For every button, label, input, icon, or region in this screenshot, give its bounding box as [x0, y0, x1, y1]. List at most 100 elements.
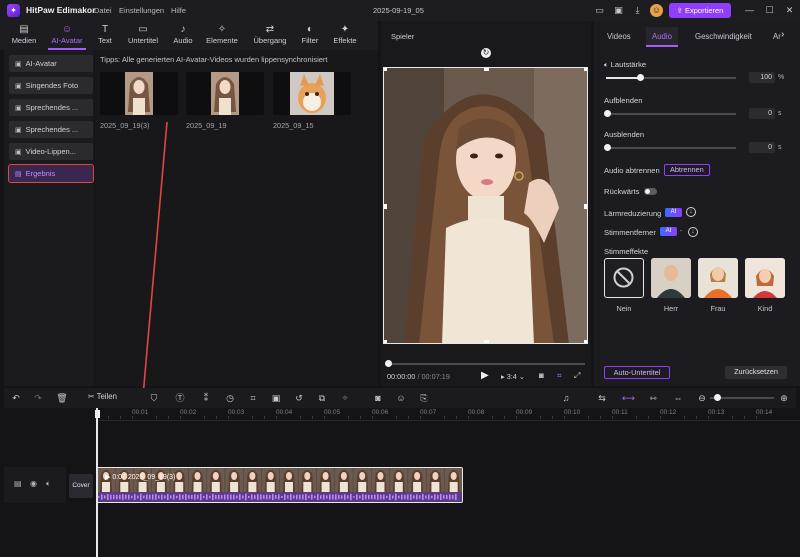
zoom-in-icon[interactable]: ⊕	[778, 392, 790, 404]
fade-out-value[interactable]: 0	[749, 142, 775, 153]
redo-icon[interactable]: ↷	[32, 392, 44, 404]
text-template-icon[interactable]: Ⓣ	[174, 392, 186, 404]
track-audio-icon[interactable]: 🔈︎	[46, 479, 51, 489]
voice-effect-none[interactable]	[604, 258, 644, 298]
vocal-download-icon[interactable]: ↓	[688, 227, 698, 237]
crop-icon[interactable]: ⌗	[557, 371, 562, 381]
speed-icon[interactable]: ◷	[224, 392, 236, 404]
tab-elemente[interactable]: ✧ Elemente	[202, 21, 242, 50]
tab-filter[interactable]: ◐ Filter	[296, 21, 324, 50]
fit-icon[interactable]: ⇔	[672, 392, 684, 404]
delete-icon[interactable]: 🗑︎	[56, 392, 68, 404]
feedback-icon[interactable]: ▣	[612, 4, 625, 17]
face-icon[interactable]: ☺	[395, 392, 407, 404]
chevron-right-icon[interactable]: ›	[781, 29, 784, 40]
timeline-ruler[interactable]: 00:01 00:02 00:03 00:04 00:05 00:06 00:07 00:08…	[96, 408, 796, 420]
noise-download-icon[interactable]: ↓	[686, 207, 696, 217]
rotate-handle-icon[interactable]: ↻	[481, 48, 491, 58]
speed-selector[interactable]: ▸ 3:4 ⌄	[501, 372, 525, 381]
zoom-knob[interactable]	[714, 394, 721, 401]
cover-button[interactable]: Cover	[69, 474, 93, 498]
track-visibility-icon[interactable]: ◉	[30, 479, 37, 488]
minimize-icon[interactable]: —	[743, 4, 756, 17]
link-icon[interactable]: ⇆	[596, 392, 608, 404]
auto-cut-icon[interactable]: ⁑	[200, 392, 212, 404]
fade-out-knob[interactable]	[604, 144, 611, 151]
maximize-icon[interactable]: ☐	[763, 4, 776, 17]
ruler-minor-tick	[396, 416, 397, 419]
undo-icon[interactable]: ↶	[10, 392, 22, 404]
reset-button[interactable]: Zurücksetzen	[725, 366, 787, 379]
fullscreen-icon[interactable]: ⤢	[574, 371, 580, 381]
voice-effect-kind[interactable]	[745, 258, 785, 298]
snapshot-icon[interactable]: ◙	[539, 371, 544, 380]
ruler-tick: 00:14	[756, 409, 773, 416]
zoom-out-icon[interactable]: ⊖	[696, 392, 708, 404]
auto-subtitle-button[interactable]: Auto-Untertitel	[604, 366, 670, 379]
media-thumbnail-2[interactable]	[186, 72, 264, 115]
shield-icon[interactable]: ⛉	[148, 392, 160, 404]
layout-icon[interactable]: ▭	[593, 4, 606, 17]
tab-audio-panel[interactable]: Audio	[646, 27, 678, 47]
close-icon[interactable]: ✕	[783, 4, 796, 17]
fade-out-slider[interactable]	[604, 144, 736, 151]
category-sprechendes-1[interactable]: ▣ Sprechendes ...	[9, 99, 93, 116]
voice-effect-herr[interactable]	[651, 258, 691, 298]
fade-in-knob[interactable]	[604, 110, 611, 117]
track-lock-icon[interactable]: ▤	[14, 479, 22, 488]
crop-tool-icon[interactable]: ⌗	[247, 392, 259, 404]
playhead[interactable]	[96, 408, 98, 557]
magnet-icon[interactable]: ⟷	[622, 392, 635, 404]
image-adjust-icon[interactable]: ▣	[270, 392, 282, 404]
volume-slider[interactable]	[606, 74, 736, 81]
waveform-bar	[395, 493, 397, 501]
target-icon[interactable]: ⌖	[339, 392, 351, 404]
split-button[interactable]: ✂ Teilen	[88, 392, 117, 401]
waveform-bar	[326, 495, 328, 499]
tab-medien[interactable]: ▤ Medien	[6, 21, 42, 50]
category-video-lippen[interactable]: ▣ Video-Lippen...	[9, 143, 93, 160]
capture-icon[interactable]: ◙	[372, 392, 384, 404]
category-ai-avatar[interactable]: ▣ AI-Avatar	[9, 55, 93, 72]
tab-text[interactable]: T Text	[92, 21, 118, 50]
detach-button[interactable]: Abtrennen	[664, 164, 710, 176]
history-icon[interactable]: ↺	[293, 392, 305, 404]
category-ergebnis[interactable]: ▤ Ergebnis	[8, 164, 94, 183]
player-progress[interactable]	[385, 360, 585, 367]
category-singendes-foto[interactable]: ▣ Singendes Foto	[9, 77, 93, 94]
player-pane: Spieler ↻ 00:00:00 / 00:07:19 ▶ ▸ 3:4 ⌄ …	[381, 21, 591, 386]
voice-effect-frau[interactable]	[698, 258, 738, 298]
progress-knob[interactable]	[385, 360, 392, 367]
play-icon[interactable]: ▶	[481, 370, 489, 381]
freeze-icon[interactable]: ⧉	[316, 392, 328, 404]
volume-knob[interactable]	[637, 74, 644, 81]
media-thumbnail-1[interactable]	[100, 72, 178, 115]
video-preview[interactable]	[383, 67, 588, 344]
tab-more[interactable]: Ar	[773, 27, 781, 47]
microphone-icon[interactable]: ♫	[560, 392, 572, 404]
zoom-slider[interactable]	[710, 394, 774, 401]
volume-value[interactable]: 100	[749, 72, 775, 83]
fade-in-slider[interactable]	[604, 110, 736, 117]
user-avatar[interactable]: ☺	[650, 4, 663, 17]
tab-untertitel[interactable]: ▭ Untertitel	[122, 21, 164, 50]
tab-videos[interactable]: Videos	[607, 27, 631, 47]
fade-in-value[interactable]: 0	[749, 108, 775, 119]
menu-datei[interactable]: Datei	[94, 6, 112, 15]
export-button[interactable]: ⇪ Exportieren	[669, 3, 731, 18]
reverse-toggle[interactable]	[644, 188, 657, 195]
menu-hilfe[interactable]: Hilfe	[171, 6, 186, 15]
waveform-bar	[296, 494, 298, 500]
track-split-icon[interactable]: ⇿	[647, 392, 659, 404]
video-clip[interactable]: ▶ 0:07 2025_09_19(3)	[96, 467, 463, 503]
tab-uebergang[interactable]: ⇄ Übergang	[248, 21, 292, 50]
media-thumbnail-3[interactable]	[273, 72, 351, 115]
tab-effekte[interactable]: ✦ Effekte	[328, 21, 362, 50]
tab-audio[interactable]: ♪ Audio	[168, 21, 198, 50]
tab-ai-avatar[interactable]: ☺ AI-Avatar	[44, 21, 90, 50]
menu-einstellungen[interactable]: Einstellungen	[119, 6, 164, 15]
export-clip-icon[interactable]: ⎘	[418, 392, 430, 404]
category-sprechendes-2[interactable]: ▣ Sprechendes ...	[9, 121, 93, 138]
tab-geschwindigkeit[interactable]: Geschwindigkeit	[695, 27, 752, 47]
download-icon[interactable]: ⤓	[631, 4, 644, 17]
